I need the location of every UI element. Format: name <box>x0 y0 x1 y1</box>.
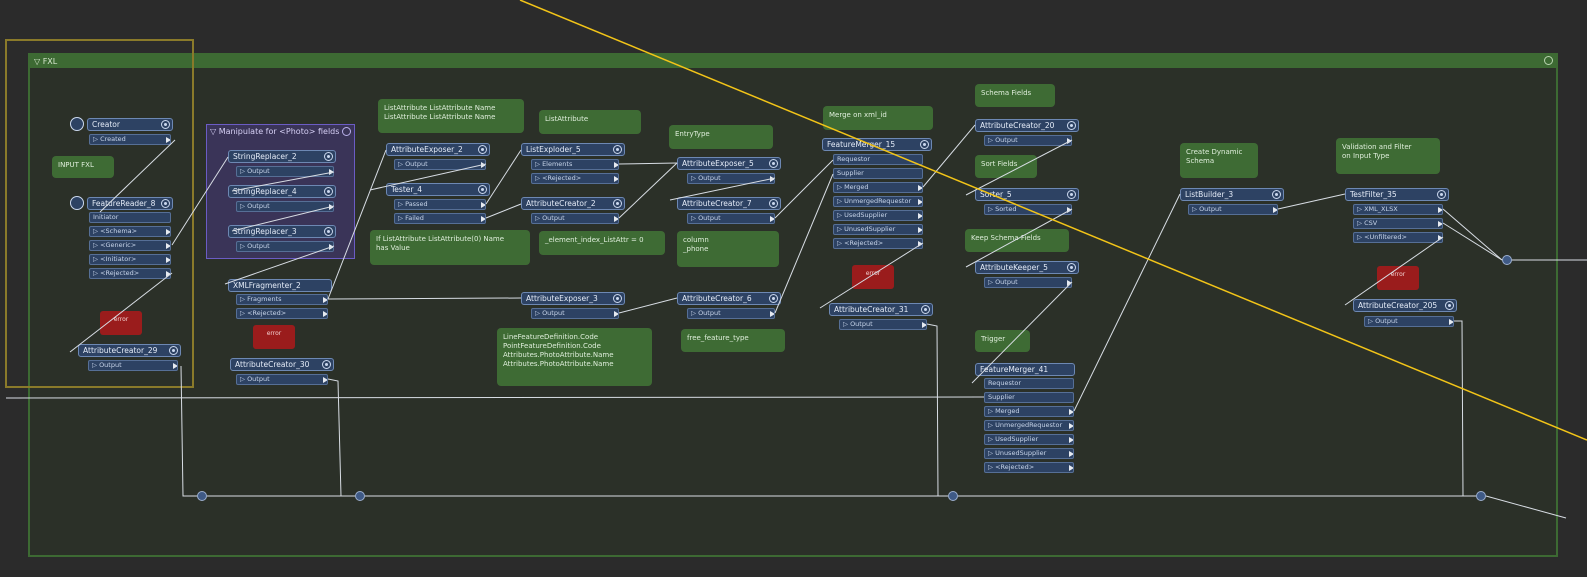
connection <box>1442 222 1503 261</box>
connection <box>618 297 678 314</box>
connection <box>1073 193 1181 412</box>
connection <box>69 272 173 353</box>
connection <box>99 139 176 213</box>
connection <box>965 139 1073 196</box>
connection <box>224 245 335 285</box>
connection <box>485 149 522 205</box>
connection <box>819 242 924 309</box>
connection <box>327 149 387 300</box>
connection <box>327 297 522 300</box>
connection <box>171 156 229 246</box>
connection <box>1442 208 1503 261</box>
connection <box>369 163 487 191</box>
connection <box>231 171 335 192</box>
connection <box>1454 320 1476 497</box>
connection <box>485 203 522 219</box>
connection <box>926 323 948 497</box>
connection <box>618 162 678 219</box>
connection <box>618 162 678 165</box>
connections-overlay <box>5 0 1587 519</box>
highlight-line <box>519 0 1587 441</box>
connection <box>669 177 776 201</box>
connection <box>965 208 1073 268</box>
connection <box>774 159 834 219</box>
connection <box>5 396 985 399</box>
connection <box>1277 193 1346 210</box>
connection <box>971 281 1073 384</box>
connection <box>1485 495 1567 519</box>
connection <box>774 173 834 314</box>
connection <box>231 205 335 232</box>
connection <box>327 378 355 497</box>
connection <box>1344 236 1444 306</box>
connection <box>180 365 197 497</box>
workspace-canvas[interactable]: ▽ FXL ▽ Manipulate for <Photo> fields IN… <box>0 0 1587 577</box>
